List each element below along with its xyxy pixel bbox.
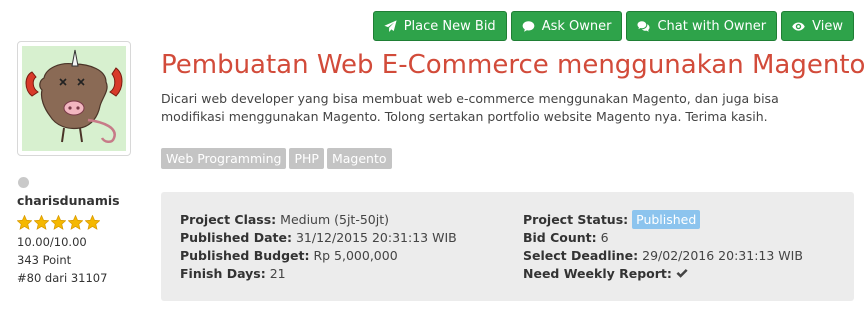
project-tags: Web Programming PHP Magento <box>161 148 392 169</box>
project-class-label: Project Class: <box>180 212 277 227</box>
project-status-row: Project Status: Published <box>523 210 803 229</box>
owner-rating: 10.00/10.00 <box>17 235 87 249</box>
star-icon <box>85 215 100 230</box>
eye-icon <box>792 21 805 31</box>
ask-owner-button[interactable]: Ask Owner <box>510 11 623 41</box>
place-new-bid-button[interactable]: Place New Bid <box>372 11 507 41</box>
project-class-row: Project Class: Medium (5jt-50jt) <box>180 211 457 229</box>
ask-owner-label: Ask Owner <box>541 18 612 34</box>
view-button[interactable]: View <box>781 11 854 41</box>
select-deadline-label: Select Deadline: <box>523 248 639 263</box>
project-description: Dicari web developer yang bisa membuat w… <box>161 91 779 124</box>
published-date-row: Published Date: 31/12/2015 20:31:13 WIB <box>180 229 457 247</box>
rating-stars <box>17 215 100 230</box>
star-icon <box>51 215 66 230</box>
star-icon <box>68 215 83 230</box>
project-actions: Place New Bid Ask Owner Chat with Owner … <box>372 11 854 41</box>
details-left-column: Project Class: Medium (5jt-50jt) Publish… <box>180 211 457 283</box>
published-budget-row: Published Budget: Rp 5,000,000 <box>180 247 457 265</box>
chat-with-owner-button[interactable]: Chat with Owner <box>626 11 778 41</box>
comment-icon <box>522 20 535 32</box>
select-deadline-row: Select Deadline: 29/02/2016 20:31:13 WIB <box>523 247 803 265</box>
owner-rank: #80 dari 31107 <box>17 271 108 285</box>
online-status-indicator <box>18 177 29 188</box>
published-date-label: Published Date: <box>180 230 292 245</box>
comments-icon <box>637 20 650 32</box>
bid-count-row: Bid Count: 6 <box>523 229 803 247</box>
check-icon <box>676 266 688 281</box>
published-budget-value: Rp 5,000,000 <box>313 248 398 263</box>
star-icon <box>17 215 32 230</box>
project-title[interactable]: Pembuatan Web E-Commerce menggunakan Mag… <box>161 50 865 80</box>
finish-days-label: Finish Days: <box>180 266 266 281</box>
view-label: View <box>812 18 843 34</box>
weekly-report-row: Need Weekly Report: <box>523 265 803 283</box>
owner-points: 343 Point <box>17 253 72 267</box>
tag-web-programming[interactable]: Web Programming <box>161 148 287 169</box>
project-details-panel: Project Class: Medium (5jt-50jt) Publish… <box>161 192 854 301</box>
finish-days-row: Finish Days: 21 <box>180 265 457 283</box>
paper-plane-icon <box>384 19 397 32</box>
project-status-label: Project Status: <box>523 212 629 227</box>
bid-count-value: 6 <box>600 230 609 245</box>
bid-count-label: Bid Count: <box>523 230 597 245</box>
place-new-bid-label: Place New Bid <box>403 18 496 34</box>
owner-username[interactable]: charisdunamis <box>17 193 120 208</box>
owner-avatar[interactable] <box>17 41 131 156</box>
select-deadline-value: 29/02/2016 20:31:13 WIB <box>642 248 803 263</box>
tag-magento[interactable]: Magento <box>326 148 392 169</box>
project-class-value: Medium (5jt-50jt) <box>280 212 389 227</box>
status-badge: Published <box>632 210 701 229</box>
published-budget-label: Published Budget: <box>180 248 310 263</box>
avatar-image <box>22 46 126 151</box>
chat-with-owner-label: Chat with Owner <box>657 18 767 34</box>
details-right-column: Project Status: Published Bid Count: 6 S… <box>523 210 803 283</box>
finish-days-value: 21 <box>269 266 286 281</box>
tag-php[interactable]: PHP <box>289 148 324 169</box>
weekly-report-label: Need Weekly Report: <box>523 266 672 281</box>
star-icon <box>34 215 49 230</box>
published-date-value: 31/12/2015 20:31:13 WIB <box>295 230 457 245</box>
